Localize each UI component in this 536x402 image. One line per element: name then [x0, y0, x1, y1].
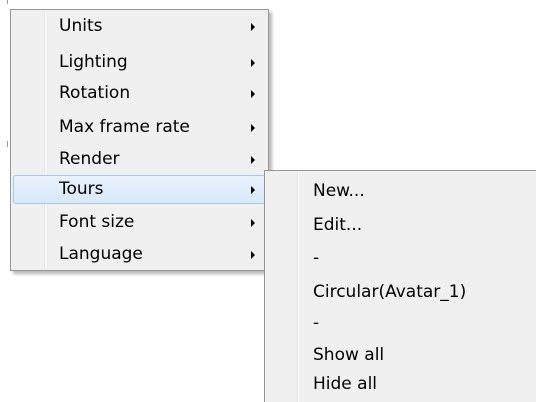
menu-item-language[interactable]: Language: [13, 240, 266, 269]
window-edge-lower: [7, 141, 8, 147]
submenu-arrow-icon: [251, 219, 255, 227]
submenu-arrow-icon: [251, 186, 255, 194]
menu-item-font-size[interactable]: Font size: [13, 208, 266, 237]
menu-item-max-frame-rate[interactable]: Max frame rate: [13, 113, 266, 142]
submenu-item-label: Hide all: [313, 374, 378, 394]
submenu-item-label: Circular(Avatar_1): [313, 282, 467, 302]
menu-item-render[interactable]: Render: [13, 145, 266, 174]
submenu-item-separator-1[interactable]: -: [267, 245, 535, 274]
screen: Units Lighting Rotation Max frame rate R…: [0, 0, 536, 402]
menu-item-label: Units: [59, 16, 103, 36]
window-edge: [7, 0, 8, 4]
menu-item-rotation[interactable]: Rotation: [13, 79, 266, 108]
submenu-item-label: Show all: [313, 345, 385, 365]
menu-item-lighting[interactable]: Lighting: [13, 48, 266, 77]
submenu-item-label: Edit...: [313, 215, 363, 235]
submenu-item-show-all[interactable]: Show all: [267, 342, 535, 371]
menu-item-label: Font size: [59, 212, 135, 232]
submenu-arrow-icon: [251, 124, 255, 132]
submenu-item-edit[interactable]: Edit...: [267, 212, 535, 241]
submenu-item-label: -: [313, 313, 320, 333]
context-menu: Units Lighting Rotation Max frame rate R…: [10, 9, 269, 271]
menu-item-label: Render: [59, 149, 120, 169]
submenu-arrow-icon: [251, 59, 255, 67]
menu-item-label: Language: [59, 244, 143, 264]
submenu-item-hide-all[interactable]: Hide all: [267, 371, 535, 400]
submenu-item-label: New...: [313, 181, 365, 201]
submenu-item-new[interactable]: New...: [267, 178, 535, 207]
submenu-item-label: -: [313, 248, 320, 268]
submenu-item-separator-2[interactable]: -: [267, 310, 535, 339]
submenu-arrow-icon: [251, 90, 255, 98]
menu-item-tours[interactable]: Tours: [13, 175, 266, 204]
tours-submenu: New... Edit... - Circular(Avatar_1) - Sh…: [264, 170, 536, 402]
menu-item-label: Max frame rate: [59, 117, 190, 137]
menu-item-units[interactable]: Units: [13, 12, 266, 41]
submenu-item-circular-avatar-1[interactable]: Circular(Avatar_1): [267, 279, 535, 308]
menu-item-label: Rotation: [59, 83, 131, 103]
submenu-arrow-icon: [251, 23, 255, 31]
submenu-arrow-icon: [251, 156, 255, 164]
menu-item-label: Lighting: [59, 52, 128, 72]
submenu-arrow-icon: [251, 251, 255, 259]
menu-item-label: Tours: [59, 179, 104, 199]
